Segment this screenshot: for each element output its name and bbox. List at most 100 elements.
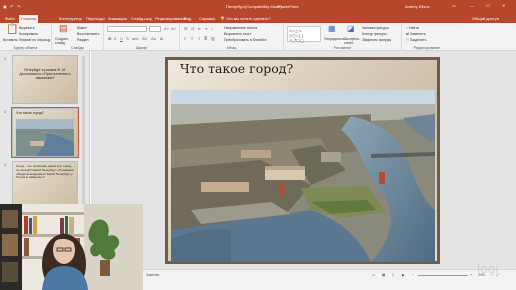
shrink-font-icon[interactable]: A˅	[171, 26, 176, 31]
reading-view-icon[interactable]: ▯	[392, 273, 394, 277]
find-button[interactable]: ⌕ Найти	[406, 26, 419, 30]
group-clipboard: 📋 Вставить Вырезать Копировать Формат по…	[0, 23, 52, 51]
bullets-icon[interactable]: ☰	[184, 26, 188, 31]
group-label: Редактирование	[413, 46, 441, 50]
powerpoint-window: ▣ ↶ ↷ Петербург(Compatibility Mode) - Po…	[0, 0, 516, 290]
shape-fill-button[interactable]: Заливка фигуры	[362, 26, 389, 30]
case-icon[interactable]: Aa	[151, 36, 156, 41]
group-label: Слайды	[70, 46, 85, 50]
new-slide-button[interactable]: Создать слайд	[55, 37, 77, 45]
tab-help[interactable]: Справка	[197, 15, 217, 23]
thumbnail-slide-1[interactable]: Петербург в романе Ф. М. Достоевского «П…	[12, 55, 78, 104]
new-slide-icon[interactable]: ▤	[59, 24, 68, 33]
zoom-out-button[interactable]: −	[412, 273, 414, 277]
user-name[interactable]: Andrey Elisov	[405, 4, 429, 9]
minimize-button[interactable]: —	[470, 3, 474, 8]
paste-icon[interactable]: 📋	[6, 25, 18, 35]
group-label: Рисование	[333, 46, 352, 50]
align-left-icon[interactable]: ≡	[184, 36, 186, 41]
shape-outline-button[interactable]: Контур фигуры	[362, 32, 386, 36]
app-name: PowerPoint	[278, 4, 299, 9]
replace-button[interactable]: ⇄ Заменить	[406, 32, 426, 36]
webcam-overlay	[0, 204, 143, 290]
indent-icon[interactable]: ⇤	[198, 26, 201, 31]
redo-icon[interactable]: ↷	[17, 4, 20, 9]
tab-design[interactable]: Конструктор	[57, 15, 84, 23]
group-paragraph: ☰ ☷ ⇤ ⇥ ↕ ≡ ≡ ≡ ≣ ▥ Направление текста В…	[180, 23, 284, 51]
spacing-icon[interactable]: AV	[142, 36, 147, 41]
maximize-button[interactable]: ☐	[486, 3, 490, 8]
group-label: Буфер обмена	[13, 46, 38, 50]
normal-view-icon[interactable]: ▭	[372, 273, 375, 277]
paste-button[interactable]: Вставить	[3, 38, 18, 42]
city-aerial-image	[171, 90, 435, 262]
align-right-icon[interactable]: ≡	[198, 36, 200, 41]
cut-button[interactable]: Вырезать	[19, 26, 35, 30]
arrange-button[interactable]: Упорядочить	[324, 37, 345, 41]
bold-icon[interactable]: Ж	[108, 36, 112, 41]
smartart-button[interactable]: Преобразовать в SmartArt	[224, 38, 266, 42]
strike-icon[interactable]: abc	[132, 36, 138, 41]
tab-transitions[interactable]: Переходы	[84, 15, 107, 23]
close-button[interactable]: ✕	[502, 3, 505, 8]
thumbnail-photo	[16, 119, 74, 156]
ribbon-display-icon[interactable]: ▭	[452, 3, 456, 8]
ribbon: 📋 Вставить Вырезать Копировать Формат по…	[0, 23, 516, 51]
thumbnail-text: Город – это проблема: какой этот город, …	[16, 164, 74, 180]
tab-view[interactable]: Вид	[182, 15, 193, 23]
slide-number: 3	[4, 162, 7, 167]
zoom-in-button[interactable]: +	[470, 273, 472, 277]
line-spacing-icon[interactable]: ↕	[211, 26, 213, 31]
grow-font-icon[interactable]: A˄	[164, 26, 169, 31]
shadow-icon[interactable]: S	[126, 36, 129, 41]
notes-button[interactable]: Заметки	[146, 273, 159, 277]
sorter-view-icon[interactable]: ▦	[382, 273, 385, 277]
thumbnail-title: Петербург в романе Ф. М. Достоевского «П…	[19, 68, 71, 81]
tab-file[interactable]: Файл	[3, 15, 17, 23]
undo-icon[interactable]: ↶	[10, 4, 13, 9]
quick-styles-icon[interactable]: ◪	[347, 25, 355, 33]
text-direction-button[interactable]: Направление текста	[224, 26, 257, 30]
italic-icon[interactable]: К	[114, 36, 116, 41]
align-center-icon[interactable]: ≡	[191, 36, 193, 41]
underline-icon[interactable]: Ч	[120, 36, 123, 41]
font-name-box[interactable]	[107, 26, 147, 32]
thumbnail-slide-3[interactable]: Город – это проблема: какой этот город, …	[12, 161, 78, 210]
thumbnail-title: Что такое город?	[16, 111, 44, 115]
columns-icon[interactable]: ▥	[211, 36, 215, 41]
format-painter-button[interactable]: Формат по образцу	[19, 38, 50, 42]
reset-button[interactable]: Восстановить	[77, 32, 99, 36]
slideshow-icon[interactable]: ▶	[402, 273, 405, 277]
justify-icon[interactable]: ≣	[204, 36, 207, 41]
share-button[interactable]: Общий доступ	[470, 15, 501, 23]
font-color-icon[interactable]: A	[160, 36, 163, 41]
slide-photo[interactable]	[171, 90, 435, 262]
numbering-icon[interactable]: ☷	[191, 26, 195, 31]
select-button[interactable]: ⬚ Выделить	[406, 38, 426, 42]
tab-home[interactable]: Главная	[19, 15, 39, 23]
group-font: A˄ A˅ Ж К Ч S abc AV Aa A Шрифт	[104, 23, 180, 51]
thumbnail-slide-2[interactable]: Что такое город?	[11, 107, 79, 158]
group-label: Абзац	[226, 46, 237, 50]
tab-animations[interactable]: Анимация	[106, 15, 129, 23]
group-slides: ▤ Создать слайд Макет Восстановить Разде…	[52, 23, 104, 51]
slide-number: 1	[4, 56, 7, 61]
outdent-icon[interactable]: ⇥	[204, 26, 207, 31]
align-text-button[interactable]: Выровнять текст	[224, 32, 251, 36]
quick-styles-button[interactable]: Экспресс-стили	[344, 37, 360, 45]
current-slide[interactable]: Что такое город?	[165, 57, 440, 264]
section-button[interactable]: Раздел	[77, 38, 89, 42]
save-icon[interactable]: ▣	[3, 4, 7, 9]
copy-button[interactable]: Копировать	[19, 32, 38, 36]
group-label: Шрифт	[135, 46, 148, 50]
layout-button[interactable]: Макет	[77, 26, 87, 30]
zoom-slider[interactable]	[418, 275, 468, 276]
font-size-box[interactable]	[149, 26, 161, 32]
slide-number: 2	[4, 109, 7, 114]
shape-effects-button[interactable]: Эффекты фигуры	[362, 38, 391, 42]
slide-title[interactable]: Что такое город?	[180, 61, 293, 76]
tab-slideshow[interactable]: Слайд-шоу	[129, 15, 154, 23]
arrange-icon[interactable]: ▦	[328, 25, 336, 33]
tell-me-search[interactable]: 💡 Что вы хотите сделать?	[218, 15, 272, 23]
shapes-gallery[interactable]: ▭○△↘ ◇⬠☆{ } ↗⤴☐◯	[287, 26, 321, 43]
